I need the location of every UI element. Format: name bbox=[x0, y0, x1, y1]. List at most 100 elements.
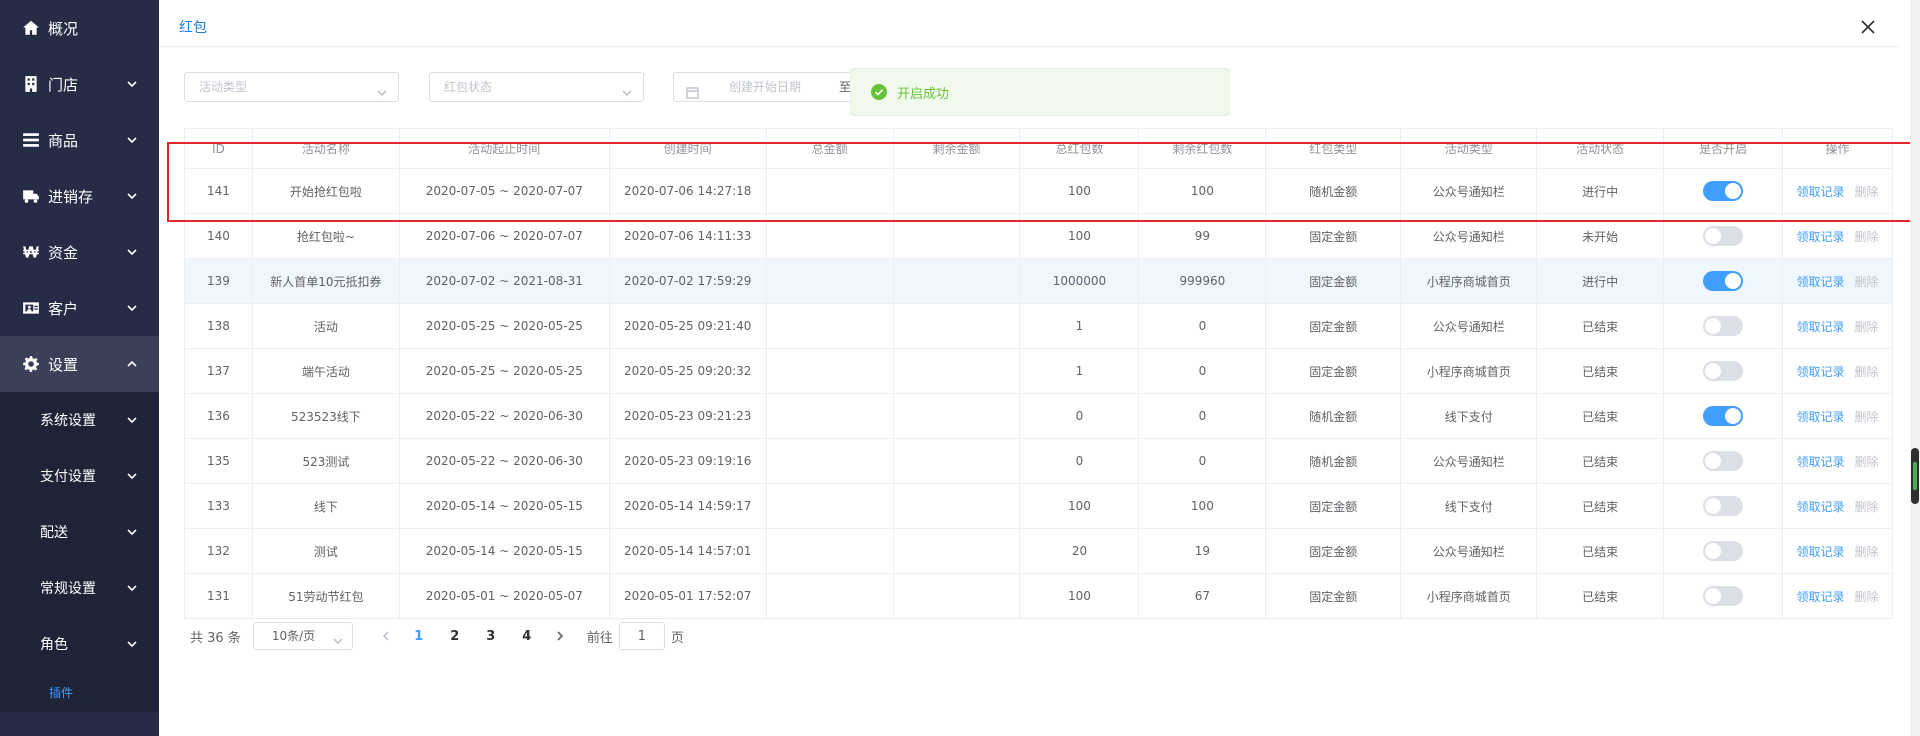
sub-item-roles[interactable]: 角色 bbox=[0, 616, 159, 672]
cell-created: 2020-07-02 17:59:29 bbox=[610, 259, 767, 303]
enable-toggle[interactable] bbox=[1703, 361, 1744, 381]
nav-item-settings[interactable]: 设置 bbox=[0, 336, 159, 392]
toggle-knob bbox=[1705, 453, 1722, 469]
cell-enabled bbox=[1664, 169, 1784, 213]
toast-message: 开启成功 bbox=[897, 86, 950, 102]
page-scrollbar-thumb[interactable] bbox=[1911, 448, 1919, 504]
page-number[interactable]: 3 bbox=[473, 629, 509, 644]
nav-item-store[interactable]: 门店 bbox=[0, 56, 159, 112]
enable-toggle[interactable] bbox=[1703, 181, 1744, 201]
cell-created: 2020-05-01 17:52:07 bbox=[610, 574, 767, 618]
cell-created: 2020-05-25 09:21:40 bbox=[610, 304, 767, 348]
sub-item-payment-settings[interactable]: 支付设置 bbox=[0, 448, 159, 504]
sub-leaf-plugins[interactable]: 插件 bbox=[0, 672, 159, 712]
cell-rp-type: 固定金额 bbox=[1266, 349, 1402, 393]
claim-records-link[interactable]: 领取记录 bbox=[1797, 183, 1845, 200]
table-row: 138 活动 2020-05-25 ~ 2020-05-25 2020-05-25 0… bbox=[185, 304, 1893, 349]
cell-name: 活动 bbox=[253, 304, 400, 348]
cell-act-type: 线下支付 bbox=[1401, 394, 1538, 438]
enable-toggle[interactable] bbox=[1703, 451, 1744, 471]
cell-enabled bbox=[1664, 259, 1784, 303]
enable-toggle[interactable] bbox=[1703, 586, 1744, 606]
claim-records-link[interactable]: 领取记录 bbox=[1797, 228, 1845, 245]
enable-toggle[interactable] bbox=[1703, 496, 1744, 516]
page-number[interactable]: 1 bbox=[401, 629, 437, 644]
chevron-down-icon bbox=[125, 581, 139, 595]
page-size-select[interactable]: 10条/页 bbox=[252, 622, 353, 650]
enable-toggle[interactable] bbox=[1703, 541, 1744, 561]
toggle-knob bbox=[1725, 183, 1742, 199]
delete-link[interactable]: 删除 bbox=[1855, 273, 1879, 290]
nav-item-customer[interactable]: 客户 bbox=[0, 280, 159, 336]
cell-id: 135 bbox=[185, 439, 253, 483]
toggle-knob bbox=[1705, 228, 1722, 244]
delete-link[interactable]: 删除 bbox=[1855, 543, 1879, 560]
cell-remaining-count: 999960 bbox=[1139, 259, 1267, 303]
page-number[interactable]: 4 bbox=[509, 629, 545, 644]
chevron-down-icon bbox=[125, 413, 139, 427]
cell-actions: 领取记录 删除 bbox=[1783, 214, 1893, 258]
nav-item-goods[interactable]: 商品 bbox=[0, 112, 159, 168]
column-header: 红包类型 bbox=[1266, 129, 1402, 168]
close-icon[interactable] bbox=[1859, 18, 1877, 36]
toggle-knob bbox=[1725, 273, 1742, 289]
cell-created: 2020-05-23 09:19:16 bbox=[610, 439, 767, 483]
activity-type-select[interactable]: 活动类型 bbox=[184, 72, 399, 102]
cell-remaining-amount bbox=[894, 574, 1021, 618]
claim-records-link[interactable]: 领取记录 bbox=[1797, 543, 1845, 560]
sub-item-general-settings[interactable]: 常规设置 bbox=[0, 560, 159, 616]
cell-actions: 领取记录 删除 bbox=[1783, 484, 1893, 528]
delete-link[interactable]: 删除 bbox=[1855, 228, 1879, 245]
sub-item-system-settings[interactable]: 系统设置 bbox=[0, 392, 159, 448]
nav-label: 客户 bbox=[48, 299, 79, 318]
cell-id: 132 bbox=[185, 529, 253, 573]
cell-created: 2020-07-06 14:27:18 bbox=[610, 169, 767, 213]
delete-link[interactable]: 删除 bbox=[1855, 453, 1879, 470]
claim-records-link[interactable]: 领取记录 bbox=[1797, 318, 1845, 335]
delete-link[interactable]: 删除 bbox=[1855, 363, 1879, 380]
chevron-down-icon bbox=[125, 525, 139, 539]
claim-records-link[interactable]: 领取记录 bbox=[1797, 588, 1845, 605]
delete-link[interactable]: 删除 bbox=[1855, 183, 1879, 200]
sub-item-delivery[interactable]: 配送 bbox=[0, 504, 159, 560]
enable-toggle[interactable] bbox=[1703, 271, 1744, 291]
next-page-button[interactable] bbox=[545, 629, 575, 644]
cell-remaining-count: 67 bbox=[1139, 574, 1267, 618]
claim-records-link[interactable]: 领取记录 bbox=[1797, 363, 1845, 380]
delete-link[interactable]: 删除 bbox=[1855, 408, 1879, 425]
red-packet-dialog: 红包 活动类型 红包状态 创建开始日期 至 开启成功 ID 活动名称 活动起止时… bbox=[159, 7, 1899, 736]
delete-link[interactable]: 删除 bbox=[1855, 588, 1879, 605]
cell-act-type: 公众号通知栏 bbox=[1401, 169, 1538, 213]
cell-total-amount bbox=[767, 214, 894, 258]
cell-name: 51劳动节红包 bbox=[253, 574, 400, 618]
column-header: 总金额 bbox=[767, 129, 894, 168]
cell-actions: 领取记录 删除 bbox=[1783, 169, 1893, 213]
claim-records-link[interactable]: 领取记录 bbox=[1797, 453, 1845, 470]
nav-item-inventory[interactable]: 进销存 bbox=[0, 168, 159, 224]
delete-link[interactable]: 删除 bbox=[1855, 498, 1879, 515]
nav-item-funds[interactable]: 资金 bbox=[0, 224, 159, 280]
nav-item-overview[interactable]: 概况 bbox=[0, 0, 159, 56]
claim-records-link[interactable]: 领取记录 bbox=[1797, 498, 1845, 515]
enable-toggle[interactable] bbox=[1703, 316, 1744, 336]
column-header: 活动起止时间 bbox=[400, 129, 610, 168]
claim-records-link[interactable]: 领取记录 bbox=[1797, 408, 1845, 425]
cell-name: 523测试 bbox=[253, 439, 400, 483]
cell-id: 131 bbox=[185, 574, 253, 618]
goto-page-input[interactable] bbox=[618, 622, 665, 650]
cell-name: 新人首单10元抵扣券 bbox=[253, 259, 400, 303]
enable-toggle[interactable] bbox=[1703, 406, 1744, 426]
cell-status: 已结束 bbox=[1537, 439, 1665, 483]
cell-rp-type: 随机金额 bbox=[1266, 439, 1402, 483]
claim-records-link[interactable]: 领取记录 bbox=[1797, 273, 1845, 290]
table-row: 131 51劳动节红包 2020-05-01 ~ 2020-05-07 2020-05… bbox=[185, 574, 1893, 619]
toggle-knob bbox=[1725, 408, 1742, 424]
prev-page-button[interactable] bbox=[371, 629, 401, 644]
status-select[interactable]: 红包状态 bbox=[429, 72, 644, 102]
enable-toggle[interactable] bbox=[1703, 226, 1744, 246]
cell-id: 140 bbox=[185, 214, 253, 258]
cell-id: 138 bbox=[185, 304, 253, 348]
cell-total-count: 100 bbox=[1020, 574, 1140, 618]
page-number[interactable]: 2 bbox=[437, 629, 473, 644]
delete-link[interactable]: 删除 bbox=[1855, 318, 1879, 335]
